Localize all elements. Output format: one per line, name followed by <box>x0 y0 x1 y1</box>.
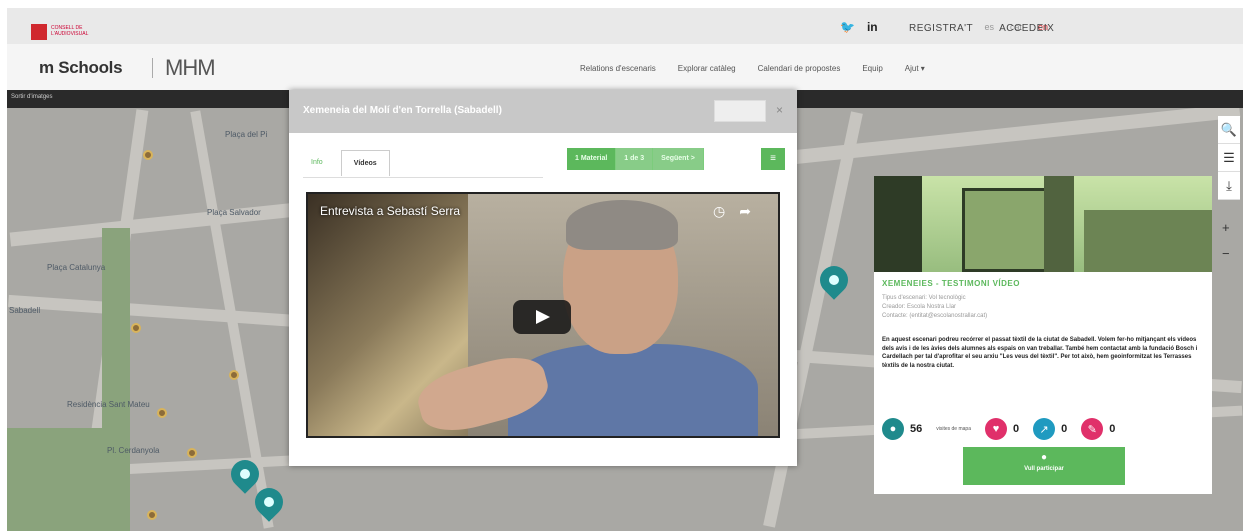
pager-next-button[interactable]: Següent > <box>653 148 704 170</box>
mschools-logo[interactable]: m Schools <box>39 58 123 78</box>
zoom-controls: + − <box>1222 215 1230 267</box>
image-shape <box>1084 210 1212 272</box>
video-player[interactable]: Entrevista a Sebastí Serra ◷ ➦ <box>306 192 780 438</box>
main-nav: m Schools MHM Relations d'escenaris Expl… <box>7 44 1243 90</box>
map-poi-icon[interactable] <box>147 510 157 520</box>
card-stats: ● 56 visites de mapa ♥ 0 ↗ 0 ✎ 0 <box>882 418 1123 440</box>
map-poi-icon[interactable] <box>229 370 239 380</box>
heart-icon[interactable]: ♥ <box>985 418 1007 440</box>
zoom-out-icon[interactable]: − <box>1222 241 1230 267</box>
tab-divider <box>303 177 543 178</box>
account-actions: REGISTRA'T ACCEDEIX <box>909 23 1054 34</box>
layers-icon[interactable]: ☰ <box>1218 144 1240 172</box>
list-icon[interactable]: ≡ <box>761 148 785 170</box>
card-description: En aquest escenari podreu recórrer el pa… <box>882 337 1198 369</box>
top-header: CONSELL DE L'AUDIOVISUAL es cat en 🐦 in … <box>7 8 1243 44</box>
pager-material[interactable]: 1 Material <box>567 148 617 170</box>
login-link[interactable]: ACCEDEIX <box>999 23 1054 34</box>
cac-logo[interactable]: CONSELL DE L'AUDIOVISUAL <box>31 18 95 42</box>
map-label: Sabadell <box>9 306 41 315</box>
linkedin-icon[interactable]: in <box>867 20 878 34</box>
logo-text: CONSELL DE L'AUDIOVISUAL <box>51 25 89 37</box>
video-title[interactable]: Entrevista a Sebastí Serra <box>320 204 460 218</box>
image-shape <box>1044 176 1074 272</box>
video-actions: ◷ ➦ <box>713 203 751 220</box>
participate-button[interactable]: ● Vull participar <box>963 447 1125 485</box>
modal-header: Xemeneia del Molí d'en Torrella (Sabadel… <box>289 90 797 133</box>
map-poi-icon[interactable] <box>157 408 167 418</box>
map-label: Plaça Catalunya <box>47 263 106 272</box>
share-icon[interactable]: ➦ <box>739 203 751 220</box>
mhm-logo[interactable]: MHM <box>165 55 216 81</box>
pager-count: 1 de 3 <box>616 148 654 170</box>
image-shape <box>962 188 1052 272</box>
map-label: Plaça Salvador <box>207 208 261 217</box>
search-icon[interactable]: 🔍 <box>1218 116 1240 144</box>
comments-count: 0 <box>1109 423 1116 435</box>
card-title: XEMENEIES - TESTIMONI VÍDEO <box>882 279 1020 288</box>
nav-link-catalog[interactable]: Explorar catàleg <box>678 64 736 73</box>
map-poi-icon[interactable] <box>143 150 153 160</box>
modal-tabs: Info Vídeos <box>303 150 390 176</box>
meta-type: Tipus d'escenari: Vol tecnològic <box>882 295 966 301</box>
close-icon[interactable]: × <box>776 103 783 117</box>
likes-count: 0 <box>1013 423 1020 435</box>
meta-creator: Creador: Escola Nostra Llar <box>882 304 957 310</box>
image-shape <box>874 176 922 272</box>
nav-link-team[interactable]: Equip <box>862 64 882 73</box>
map-pin-icon[interactable] <box>249 482 289 522</box>
views-label: visites de mapa <box>936 426 971 432</box>
map-poi-icon[interactable] <box>187 448 197 458</box>
social-links: 🐦 in <box>840 20 878 34</box>
meta-contact[interactable]: Contacte: (entitat@escolanostrallar.cat) <box>882 312 987 321</box>
map-park <box>7 428 127 531</box>
nav-links: Relations d'escenaris Explorar catàleg C… <box>580 64 925 73</box>
modal-action-button[interactable] <box>714 100 766 122</box>
user-icon: ● <box>1040 452 1048 463</box>
video-person-hair <box>566 200 678 250</box>
clock-icon[interactable]: ◷ <box>713 203 725 220</box>
comment-icon[interactable]: ✎ <box>1081 418 1104 440</box>
shares-count: 0 <box>1061 423 1068 435</box>
share-icon[interactable]: ↗ <box>1033 418 1056 440</box>
map-poi-icon[interactable] <box>131 323 141 333</box>
map-label: Pl. Cerdanyola <box>107 446 160 455</box>
media-pager: 1 Material 1 de 3 Següent > <box>567 148 704 170</box>
modal-title: Xemeneia del Molí d'en Torrella (Sabadel… <box>303 105 502 116</box>
nav-link-help[interactable]: Ajut ▾ <box>905 64 925 73</box>
card-meta: Tipus d'escenari: Vol tecnològic Creador… <box>882 294 987 321</box>
map-tools: 🔍 ☰ ⤓ <box>1218 116 1240 200</box>
map-label: Plaça del Pi <box>225 130 268 139</box>
scenario-card: XEMENEIES - TESTIMONI VÍDEO Tipus d'esce… <box>874 176 1212 494</box>
play-icon[interactable] <box>513 300 571 334</box>
scenario-image <box>874 176 1212 272</box>
exit-images-link[interactable]: Sortir d'imatges <box>11 94 53 100</box>
views-count: 56 <box>910 423 923 435</box>
tab-videos[interactable]: Vídeos <box>340 150 390 176</box>
zoom-in-icon[interactable]: + <box>1222 215 1230 241</box>
logo-square <box>31 24 47 40</box>
nav-link-escenaris[interactable]: Relations d'escenaris <box>580 64 656 73</box>
logo-divider <box>152 58 153 78</box>
nav-link-calendar[interactable]: Calendari de propostes <box>758 64 841 73</box>
twitter-icon[interactable]: 🐦 <box>840 20 855 34</box>
map-pin-icon: ● <box>882 418 904 440</box>
map-label: Residència Sant Mateu <box>67 400 150 409</box>
download-icon[interactable]: ⤓ <box>1218 172 1240 200</box>
tab-info[interactable]: Info <box>303 150 331 176</box>
participate-label: Vull participar <box>1024 466 1064 472</box>
register-link[interactable]: REGISTRA'T <box>909 23 973 34</box>
scenario-modal: Xemeneia del Molí d'en Torrella (Sabadel… <box>289 90 797 466</box>
